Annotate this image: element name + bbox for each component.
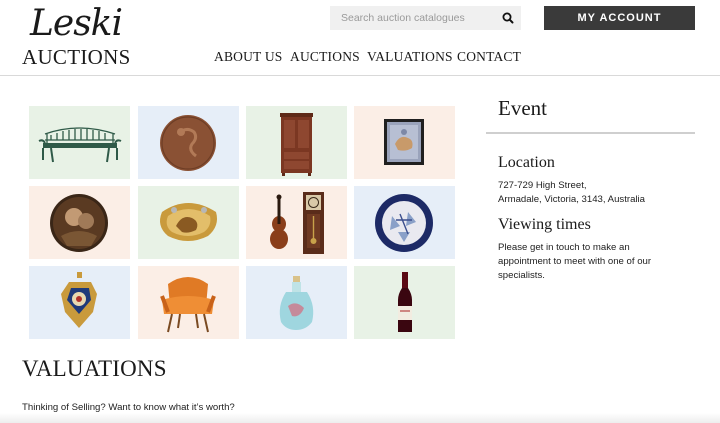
site-header: Leski AUCTIONS MY ACCOUNT ABOUT US AUCTI…	[0, 0, 720, 76]
tile-stamp[interactable]	[354, 106, 455, 179]
nav-about-us[interactable]: ABOUT US	[214, 49, 283, 65]
nav-auctions[interactable]: AUCTIONS	[290, 49, 360, 65]
my-account-button[interactable]: MY ACCOUNT	[544, 6, 695, 30]
viewing-times-heading: Viewing times	[498, 216, 591, 233]
tile-wardrobe[interactable]	[246, 106, 347, 179]
tile-gold-brooch[interactable]	[138, 186, 239, 259]
search-icon[interactable]	[500, 10, 516, 26]
oval-portrait-image	[29, 186, 130, 259]
tile-glass-decanter[interactable]	[246, 266, 347, 339]
violin-and-clock-image	[246, 186, 347, 259]
event-divider	[486, 132, 695, 134]
medal-pendant-image	[29, 266, 130, 339]
wine-bottle-image	[354, 266, 455, 339]
nav-contact[interactable]: CONTACT	[457, 49, 521, 65]
logo-wordmark: AUCTIONS	[22, 45, 131, 69]
tile-bronze-medal[interactable]	[138, 106, 239, 179]
search-box	[330, 6, 521, 30]
garden-bench-image	[29, 106, 130, 179]
wardrobe-image	[246, 106, 347, 179]
nav-valuations[interactable]: VALUATIONS	[367, 49, 453, 65]
address-line-1: 727-729 High Street,	[498, 180, 587, 191]
valuations-heading: VALUATIONS	[22, 356, 167, 381]
tile-orange-armchair[interactable]	[138, 266, 239, 339]
stamp-image	[354, 106, 455, 179]
bottom-fade	[0, 413, 720, 423]
event-heading: Event	[498, 96, 547, 120]
location-heading: Location	[498, 154, 555, 171]
decorated-plate-image	[354, 186, 455, 259]
address-line-2: Armadale, Victoria, 3143, Australia	[498, 194, 646, 205]
viewing-text-line-1: Please get in touch to make an	[498, 242, 630, 253]
orange-armchair-image	[138, 266, 239, 339]
tile-decorated-plate[interactable]	[354, 186, 455, 259]
logo-script: Leski	[30, 3, 123, 44]
tile-oval-portrait[interactable]	[29, 186, 130, 259]
tile-wine-bottle[interactable]	[354, 266, 455, 339]
glass-decanter-image	[246, 266, 347, 339]
search-input[interactable]	[330, 6, 495, 30]
valuations-text: Thinking of Selling? Want to know what i…	[22, 402, 235, 413]
viewing-text-line-3: specialists.	[498, 270, 545, 281]
tile-medal-pendant[interactable]	[29, 266, 130, 339]
gold-brooch-image	[138, 186, 239, 259]
tile-violin-and-clock[interactable]	[246, 186, 347, 259]
site-logo[interactable]: Leski AUCTIONS	[22, 3, 130, 69]
bronze-medal-image	[138, 106, 239, 179]
viewing-text-line-2: appointment to meet with one of our	[498, 256, 652, 267]
tile-garden-bench[interactable]	[29, 106, 130, 179]
